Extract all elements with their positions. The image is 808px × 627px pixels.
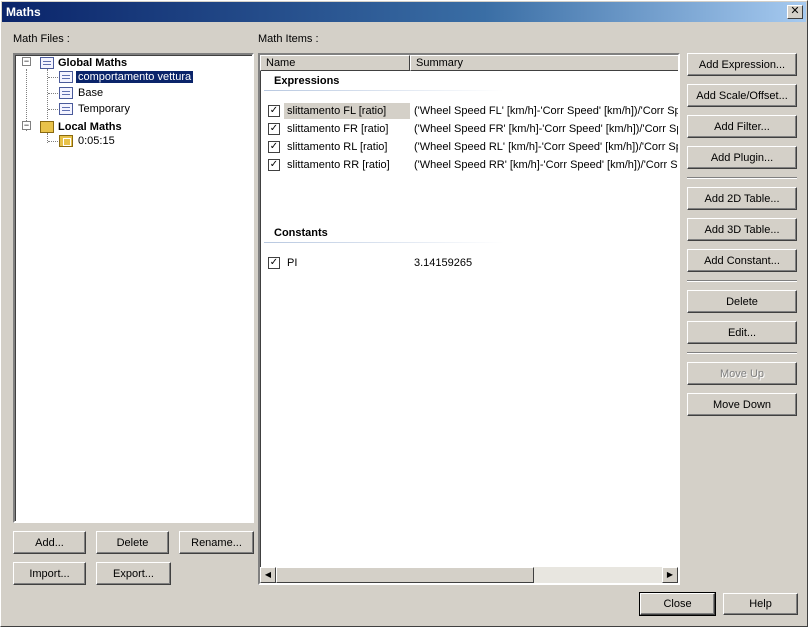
tree-node-comportamento-vettura[interactable]: comportamento vettura [74,69,195,85]
expression-summary: ('Wheel Speed RL' [km/h]-'Corr Speed' [k… [414,141,680,153]
math-files-label: Math Files : [13,33,70,45]
group-divider [264,242,504,243]
enabled-checkbox[interactable]: ✓ [268,257,280,269]
close-button[interactable]: Close [639,592,716,616]
add-filter-button[interactable]: Add Filter... [687,115,797,138]
tree-connector [48,93,58,94]
button-separator [687,177,797,179]
tree-connector [48,77,58,78]
tree-node-temporary[interactable]: Temporary [78,101,130,117]
expression-summary: ('Wheel Speed RR' [km/h]-'Corr Speed' [k… [414,159,680,171]
math-file-icon [59,103,73,115]
math-file-icon [59,87,73,99]
constant-row[interactable]: ✓ PI 3.14159265 [264,255,678,271]
group-divider [264,90,504,91]
group-header-expressions: Expressions [274,75,340,87]
expression-name: slittamento FR [ratio] [287,123,389,135]
window-title: Maths [6,5,41,19]
tree-connector [48,109,58,110]
maths-dialog: Maths ✕ Math Files : Math Items : − Glob… [0,0,808,627]
add-constant-button[interactable]: Add Constant... [687,249,797,272]
edit-item-button[interactable]: Edit... [687,321,797,344]
expression-name: slittamento RR [ratio] [287,159,390,171]
button-separator [687,352,797,354]
rename-file-button[interactable]: Rename... [179,531,254,554]
local-maths-icon [40,121,54,133]
column-header-summary[interactable]: Summary [410,55,678,71]
horizontal-scrollbar[interactable]: ◀ ▶ [260,567,678,583]
collapse-icon[interactable]: − [22,121,31,130]
session-icon [59,135,73,147]
title-bar: Maths ✕ [2,2,806,22]
import-button[interactable]: Import... [13,562,86,585]
expression-row[interactable]: ✓ slittamento RL [ratio] ('Wheel Speed R… [264,139,680,155]
close-icon[interactable]: ✕ [787,5,803,19]
enabled-checkbox[interactable]: ✓ [268,159,280,171]
expression-row[interactable]: ✓ slittamento FR [ratio] ('Wheel Speed F… [264,121,680,137]
tree-connector [48,141,58,142]
collapse-icon[interactable]: − [22,57,31,66]
button-separator [687,280,797,282]
scroll-left-icon[interactable]: ◀ [260,567,276,583]
add-2d-table-button[interactable]: Add 2D Table... [687,187,797,210]
enabled-checkbox[interactable]: ✓ [268,141,280,153]
delete-file-button[interactable]: Delete [96,531,169,554]
move-down-button[interactable]: Move Down [687,393,797,416]
tree-node-label: comportamento vettura [74,70,195,84]
expression-row[interactable]: ✓ slittamento RR [ratio] ('Wheel Speed R… [264,157,680,173]
add-scale-offset-button[interactable]: Add Scale/Offset... [687,84,797,107]
constant-value: 3.14159265 [414,257,473,269]
move-up-button[interactable]: Move Up [687,362,797,385]
math-items-label: Math Items : [258,33,319,45]
add-3d-table-button[interactable]: Add 3D Table... [687,218,797,241]
add-file-button[interactable]: Add... [13,531,86,554]
tree-node-session[interactable]: 0:05:15 [78,133,115,149]
expression-name: slittamento FL [ratio] [284,103,410,119]
group-header-constants: Constants [274,227,328,239]
scroll-right-icon[interactable]: ▶ [662,567,678,583]
expression-summary: ('Wheel Speed FL' [km/h]-'Corr Speed' [k… [414,105,680,117]
delete-item-button[interactable]: Delete [687,290,797,313]
enabled-checkbox[interactable]: ✓ [268,123,280,135]
constant-name: PI [287,257,298,269]
math-items-list[interactable]: Name Summary Expressions ✓ slittamento F… [258,53,680,585]
math-file-icon [59,71,73,83]
help-button[interactable]: Help [723,593,798,615]
add-expression-button[interactable]: Add Expression... [687,53,797,76]
export-button[interactable]: Export... [96,562,171,585]
add-plugin-button[interactable]: Add Plugin... [687,146,797,169]
global-maths-icon [40,57,54,69]
tree-node-base[interactable]: Base [78,85,103,101]
math-files-tree[interactable]: − Global Maths comportamento vettura Bas… [13,53,254,523]
enabled-checkbox[interactable]: ✓ [268,105,280,117]
scroll-thumb[interactable] [276,567,534,583]
expression-summary: ('Wheel Speed FR' [km/h]-'Corr Speed' [k… [414,123,680,135]
expression-name: slittamento RL [ratio] [287,141,388,153]
column-header-name[interactable]: Name [260,55,410,71]
expression-row[interactable]: ✓ slittamento FL [ratio] ('Wheel Speed F… [264,103,680,119]
